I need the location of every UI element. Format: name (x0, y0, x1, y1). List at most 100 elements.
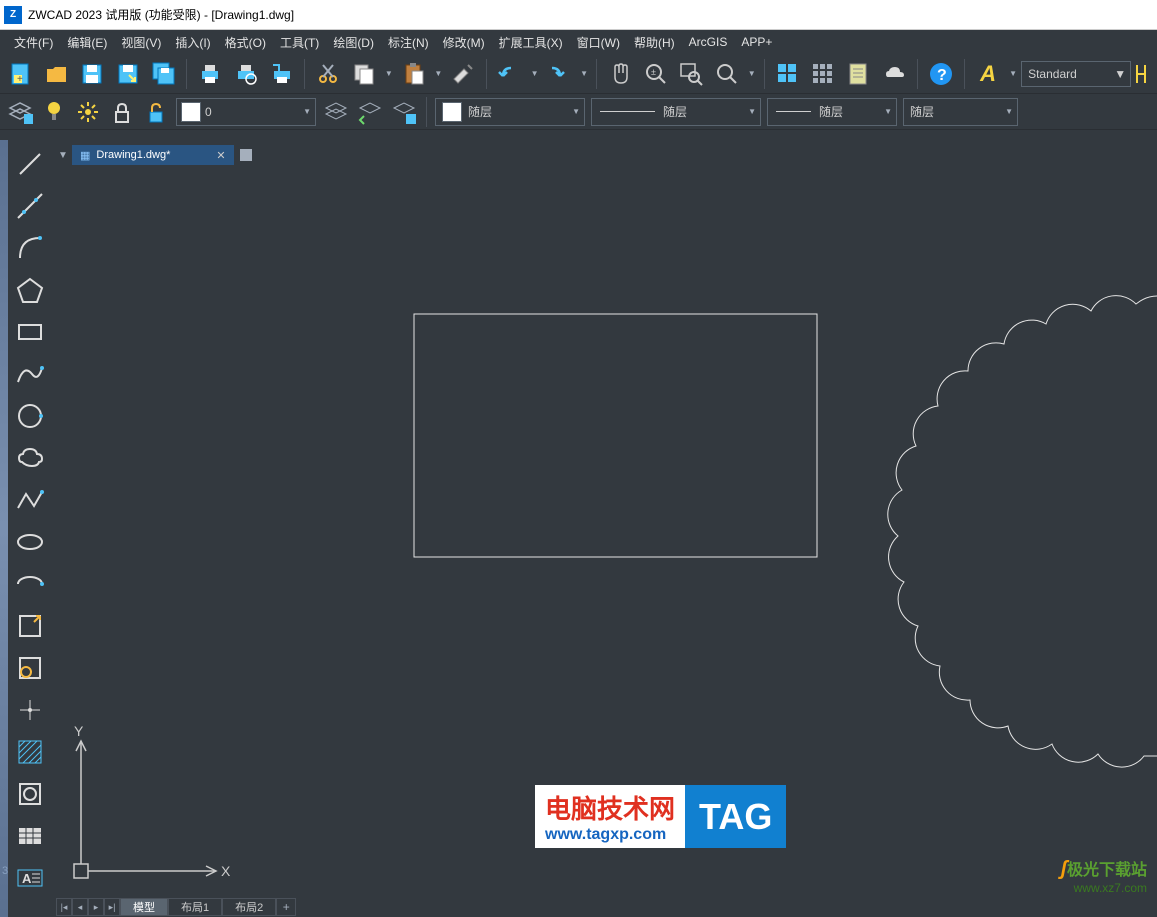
plotstyle-select[interactable]: 随层 ▼ (903, 98, 1018, 126)
tab-scroll-left[interactable]: ▼ (56, 146, 70, 164)
redo-dropdown-icon[interactable]: ▼ (578, 69, 590, 78)
save-as-button[interactable] (111, 57, 145, 91)
menu-arcgis[interactable]: ArcGIS (683, 33, 734, 51)
layout-nav-last[interactable]: ▸| (104, 898, 120, 916)
layer-prev-button[interactable] (354, 96, 386, 128)
zoom-dropdown-icon[interactable]: ▼ (746, 69, 758, 78)
layout-nav-first[interactable]: |◂ (56, 898, 72, 916)
paste-button[interactable] (397, 57, 431, 91)
polygon-tool[interactable] (10, 270, 50, 310)
menu-annotate[interactable]: 标注(N) (382, 32, 435, 53)
print-button[interactable] (193, 57, 227, 91)
menu-edit[interactable]: 编辑(E) (61, 32, 113, 53)
layer-lock-button[interactable] (106, 96, 138, 128)
layer-manager-button[interactable] (4, 96, 36, 128)
layout-tabs: |◂ ◂ ▸ ▸| 模型 布局1 布局2 + (56, 897, 296, 917)
revision-cloud-tool[interactable] (10, 438, 50, 478)
match-properties-button[interactable] (446, 57, 480, 91)
layout-tab-model[interactable]: 模型 (120, 898, 168, 916)
insert-block-tool[interactable] (10, 606, 50, 646)
grid1-button[interactable] (771, 57, 805, 91)
color-select[interactable]: 随层 ▼ (435, 98, 585, 126)
ellipse-tool[interactable] (10, 522, 50, 562)
copy-button[interactable] (347, 57, 381, 91)
svg-text:?: ? (937, 67, 947, 84)
layout-tab-1[interactable]: 布局1 (168, 898, 222, 916)
drawn-rectangle[interactable] (414, 314, 817, 557)
region-tool[interactable] (10, 774, 50, 814)
layout-add-button[interactable]: + (276, 898, 296, 916)
drawn-revision-cloud[interactable] (888, 296, 1157, 767)
cut-button[interactable] (311, 57, 345, 91)
open-file-button[interactable] (40, 57, 74, 91)
construction-line-tool[interactable] (10, 186, 50, 226)
layer-iso-button[interactable] (320, 96, 352, 128)
new-file-button[interactable]: + (4, 57, 38, 91)
layer-state-button[interactable] (388, 96, 420, 128)
menu-help[interactable]: 帮助(H) (628, 32, 681, 53)
chevron-down-icon: ▼ (1114, 67, 1126, 81)
ellipse-arc-tool[interactable] (10, 564, 50, 604)
svg-text:+: + (17, 74, 23, 85)
zoom-realtime-button[interactable]: ± (639, 57, 673, 91)
layer-unlock-button[interactable] (140, 96, 172, 128)
line-tool[interactable] (10, 144, 50, 184)
layer-freeze-button[interactable] (72, 96, 104, 128)
help-button[interactable]: ? (924, 57, 958, 91)
zoom-window-button[interactable] (674, 57, 708, 91)
save-button[interactable] (75, 57, 109, 91)
cloud-sync-button[interactable] (878, 57, 912, 91)
hatch-tool[interactable] (10, 732, 50, 772)
menu-insert[interactable]: 插入(I) (169, 32, 216, 53)
table-tool[interactable] (10, 816, 50, 856)
menu-modify[interactable]: 修改(M) (437, 32, 491, 53)
mtext-tool[interactable]: A (10, 858, 50, 898)
polyline-tool[interactable] (10, 480, 50, 520)
menu-bar: 文件(F) 编辑(E) 视图(V) 插入(I) 格式(O) 工具(T) 绘图(D… (0, 30, 1157, 54)
lineweight-select[interactable]: 随层 ▼ (767, 98, 897, 126)
app-icon: Z (4, 6, 22, 24)
menu-appplus[interactable]: APP+ (735, 33, 778, 51)
save-all-button[interactable] (147, 57, 181, 91)
point-tool[interactable] (10, 690, 50, 730)
menu-view[interactable]: 视图(V) (115, 32, 167, 53)
menu-format[interactable]: 格式(O) (219, 32, 272, 53)
plot-button[interactable] (265, 57, 299, 91)
layer-on-button[interactable] (38, 96, 70, 128)
menu-draw[interactable]: 绘图(D) (327, 32, 380, 53)
close-tab-icon[interactable]: ✕ (216, 149, 225, 162)
pan-button[interactable] (603, 57, 637, 91)
layout-tab-2[interactable]: 布局2 (222, 898, 276, 916)
properties-button[interactable] (842, 57, 876, 91)
text-style-button[interactable]: A (971, 57, 1005, 91)
properties-toolbar: 0 ▼ 随层 ▼ 随层 ▼ 随层 ▼ 随层 ▼ (0, 94, 1157, 130)
grid2-button[interactable] (806, 57, 840, 91)
undo-dropdown-icon[interactable]: ▼ (529, 69, 541, 78)
menu-tools[interactable]: 工具(T) (274, 32, 325, 53)
menu-file[interactable]: 文件(F) (8, 32, 59, 53)
print-preview-button[interactable] (229, 57, 263, 91)
paste-dropdown-icon[interactable]: ▼ (432, 69, 444, 78)
make-block-tool[interactable] (10, 648, 50, 688)
circle-tool[interactable] (10, 396, 50, 436)
linetype-select[interactable]: 随层 ▼ (591, 98, 761, 126)
rectangle-tool[interactable] (10, 312, 50, 352)
draw-toolbar: A (8, 140, 52, 902)
layout-nav-prev[interactable]: ◂ (72, 898, 88, 916)
spline-tool[interactable] (10, 354, 50, 394)
layer-select[interactable]: 0 ▼ (176, 98, 316, 126)
dimension-style-button[interactable] (1133, 57, 1153, 91)
menu-window[interactable]: 窗口(W) (571, 32, 626, 53)
text-style-select[interactable]: Standard ▼ (1021, 61, 1131, 87)
chevron-down-icon: ▼ (1005, 107, 1017, 116)
arc-tool[interactable] (10, 228, 50, 268)
copy-dropdown-icon[interactable]: ▼ (383, 69, 395, 78)
document-tab-active[interactable]: ▦ Drawing1.dwg* ✕ (72, 145, 234, 165)
menu-extend[interactable]: 扩展工具(X) (493, 32, 569, 53)
redo-button[interactable] (543, 57, 577, 91)
text-style-dropdown-arrow[interactable]: ▼ (1007, 69, 1019, 78)
layout-nav-next[interactable]: ▸ (88, 898, 104, 916)
zoom-previous-button[interactable] (710, 57, 744, 91)
new-tab-button[interactable] (236, 145, 256, 165)
undo-button[interactable] (493, 57, 527, 91)
